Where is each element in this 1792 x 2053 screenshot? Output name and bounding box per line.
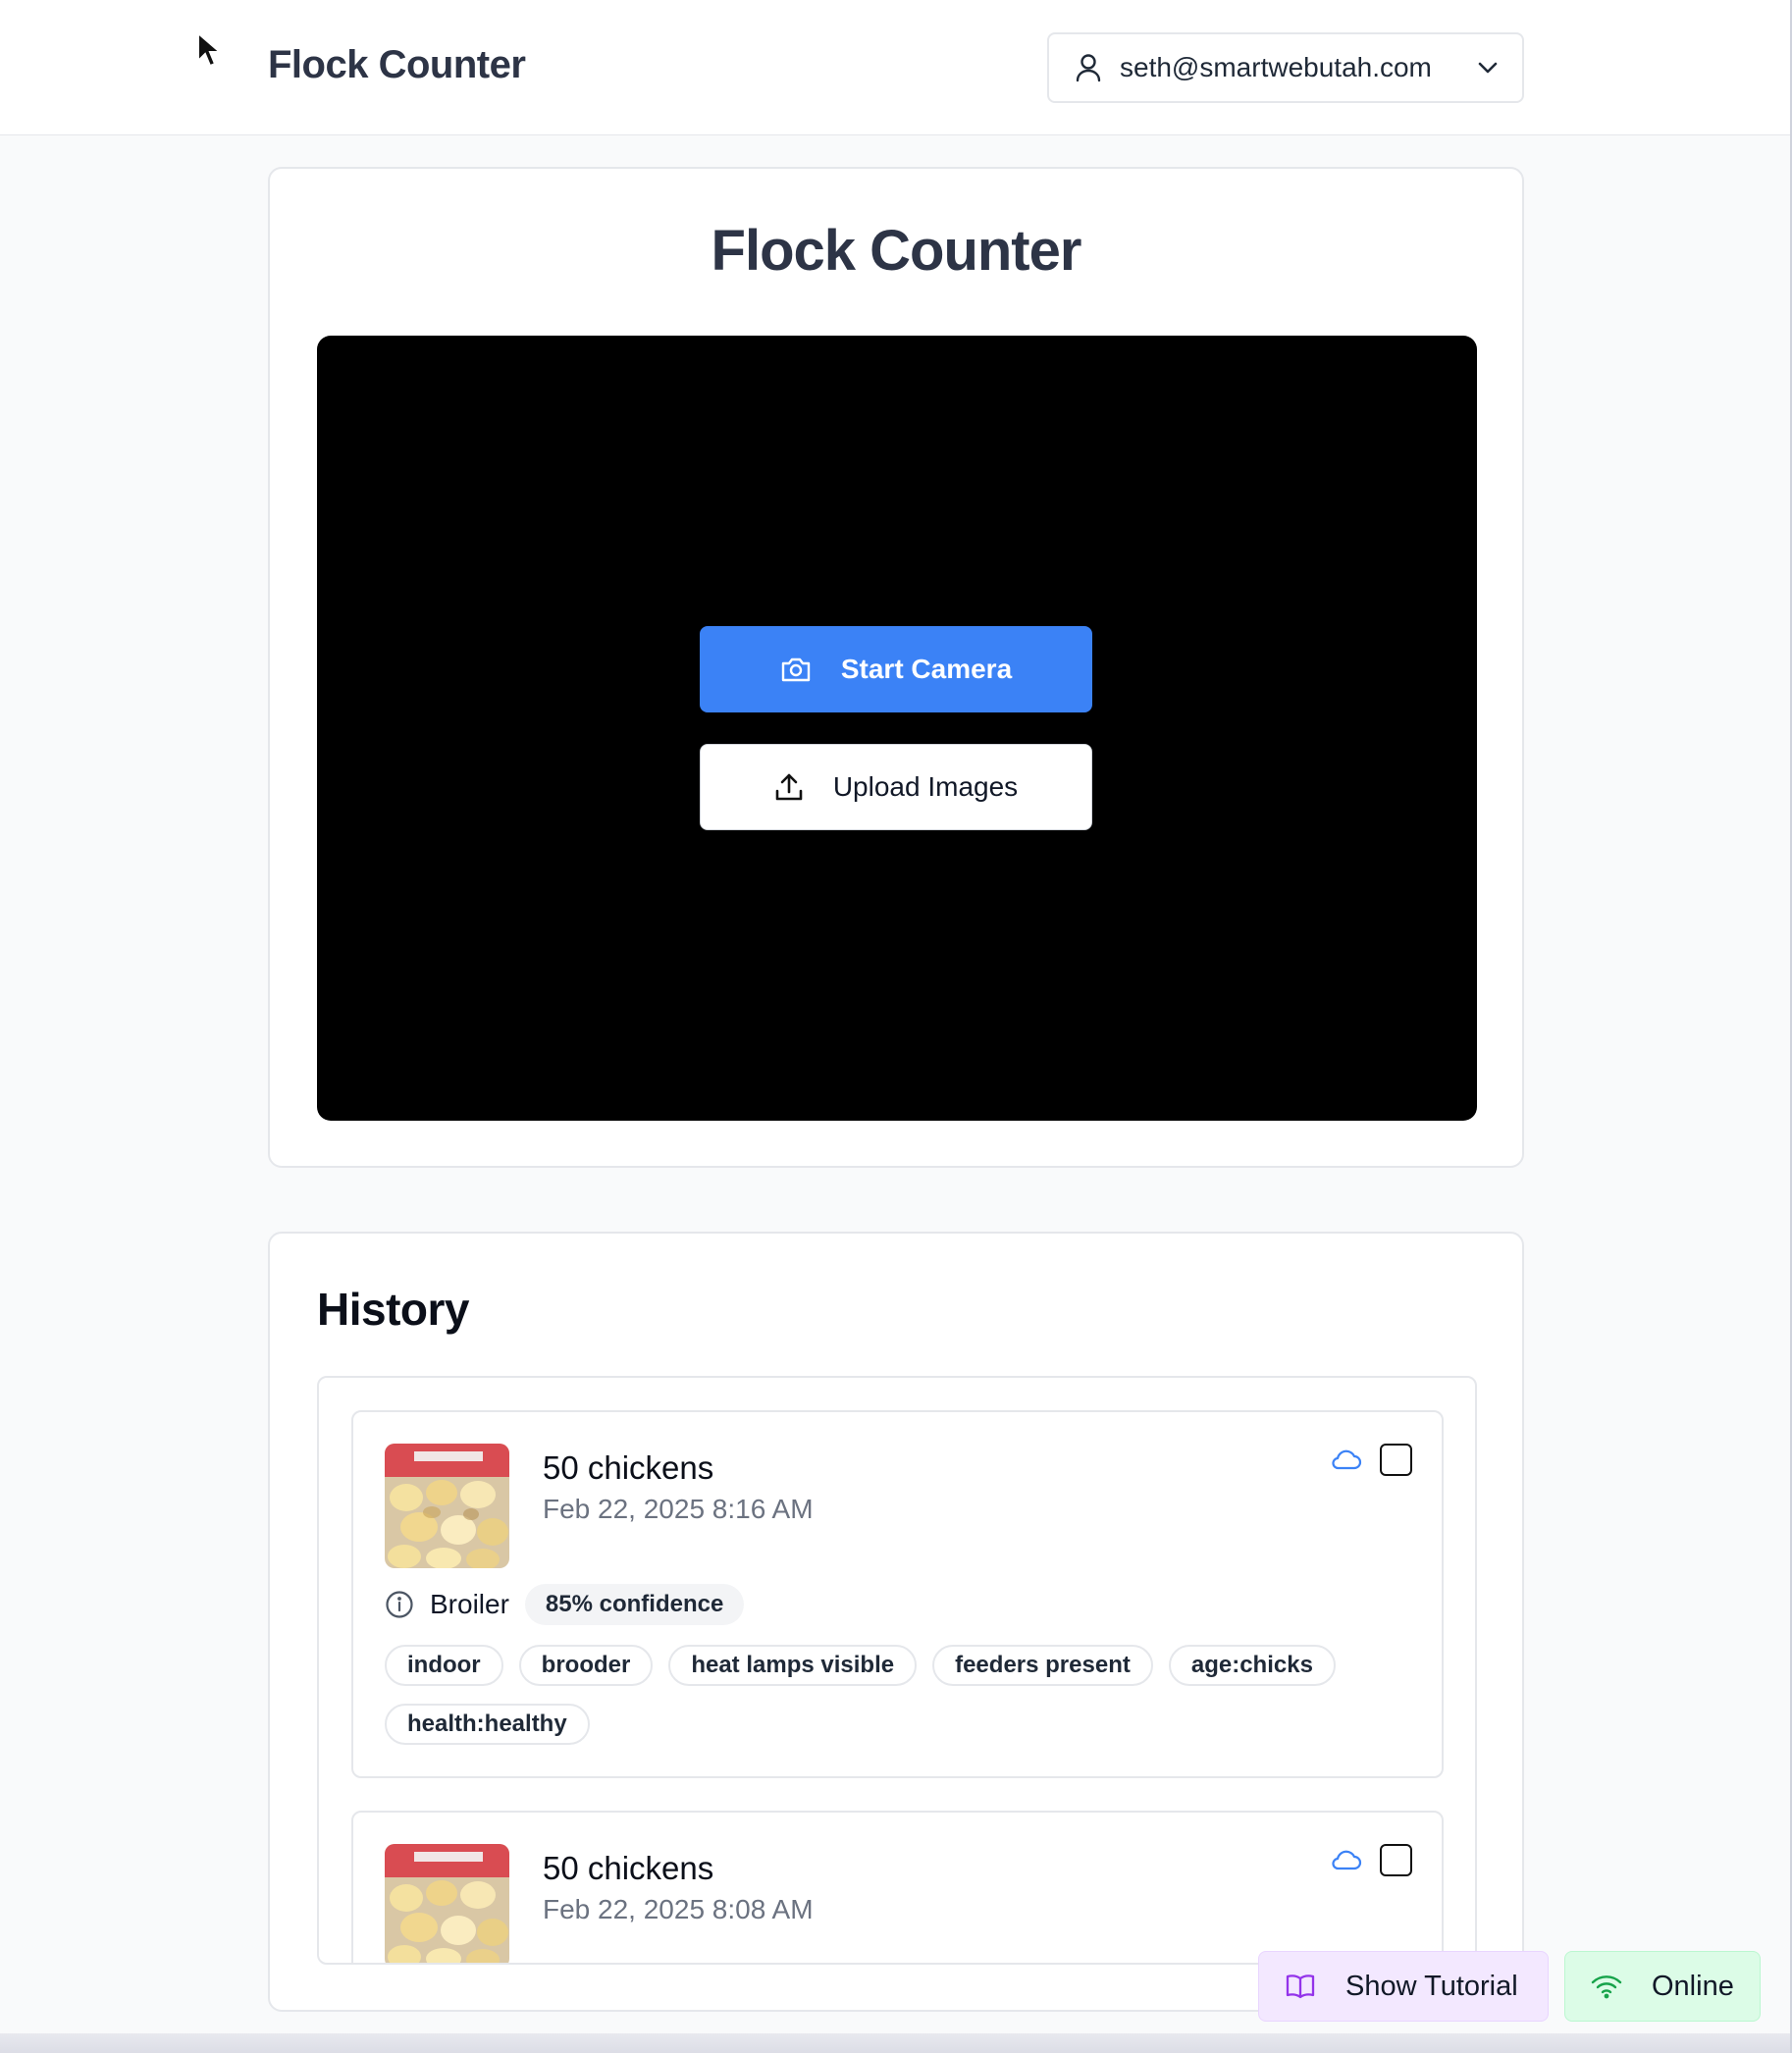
page: Flock Counter seth@smartwebutah.com Floc… [0,0,1792,2053]
start-camera-label: Start Camera [840,654,1013,684]
upload-images-button[interactable]: Upload Images [700,744,1092,830]
tag-chip: age:chicks [1168,1645,1336,1686]
camera-viewport: Start Camera Upload Images [317,336,1477,1121]
entry-select-checkbox[interactable] [1380,1444,1412,1476]
page-title: Flock Counter [711,219,1082,283]
entry-timestamp: Feb 22, 2025 8:16 AM [543,1494,814,1524]
entry-select-checkbox[interactable] [1380,1844,1412,1876]
top-header: Flock Counter seth@smartwebutah.com [0,0,1792,135]
breed-label: Broiler [430,1589,509,1619]
chicken-count: 50 chickens [543,1850,714,1886]
show-tutorial-button[interactable]: Show Tutorial [1258,1951,1549,2022]
show-tutorial-label: Show Tutorial [1345,1970,1518,2002]
tag-list: indoor brooder heat lamps visible feeder… [385,1645,1396,1745]
history-card: History 50 chickens Feb 22, 2025 8:16 AM… [268,1232,1524,2012]
upload-icon [774,772,804,802]
tag-chip: indoor [385,1645,503,1686]
confidence-badge: 85% confidence [524,1584,745,1625]
tag-chip: heat lamps visible [668,1645,918,1686]
app-title: Flock Counter [268,43,526,86]
tag-chip: feeders present [932,1645,1153,1686]
cloud-sync-icon [1331,1448,1362,1476]
start-camera-button[interactable]: Start Camera [700,626,1092,712]
tag-chip: brooder [518,1645,654,1686]
online-status-button[interactable]: Online [1564,1951,1761,2022]
history-list[interactable]: 50 chickens Feb 22, 2025 8:16 AM Broiler… [317,1376,1477,1965]
chicken-count: 50 chickens [543,1449,714,1486]
history-title: History [317,1284,469,1335]
chevron-down-icon [1477,61,1499,75]
upload-images-label: Upload Images [832,771,1019,802]
book-open-icon [1285,1973,1316,2000]
history-entry[interactable]: 50 chickens Feb 22, 2025 8:08 AM [351,1811,1444,1963]
user-menu-button[interactable]: seth@smartwebutah.com [1047,32,1524,103]
window-bottom-edge [0,2033,1792,2053]
chickens-thumbnail-image [385,1444,509,1568]
info-icon[interactable] [385,1590,414,1619]
breed-row: Broiler 85% confidence [385,1584,745,1625]
camera-card: Flock Counter Start Camera Upload Images [268,167,1524,1168]
user-email: seth@smartwebutah.com [1120,52,1432,82]
chickens-thumbnail-image [385,1844,509,1963]
wifi-icon [1591,1974,1622,1999]
cloud-sync-icon [1331,1848,1362,1876]
online-status-label: Online [1652,1970,1734,2002]
history-entry[interactable]: 50 chickens Feb 22, 2025 8:16 AM Broiler… [351,1410,1444,1778]
mouse-cursor-icon [196,30,223,69]
tag-chip: health:healthy [385,1704,590,1745]
user-icon [1075,53,1102,82]
entry-timestamp: Feb 22, 2025 8:08 AM [543,1894,814,1924]
camera-icon [780,656,812,683]
